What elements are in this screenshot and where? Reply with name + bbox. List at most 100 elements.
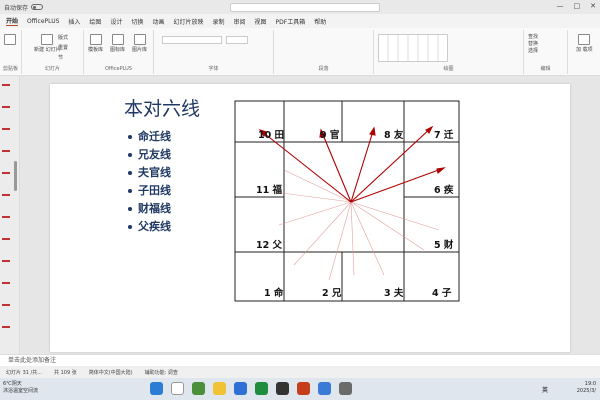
- minimize-button[interactable]: —: [557, 2, 564, 10]
- font-name-select[interactable]: [162, 36, 222, 44]
- slide-canvas[interactable]: 本对六线 命迁线 兄友线 夫官线 子田线 财福线 父疾线 10 田 9 官 8 …: [50, 84, 570, 352]
- icons-library-button[interactable]: 图标库: [110, 34, 125, 53]
- shapes-gallery[interactable]: [378, 34, 448, 62]
- status-bar: 幻灯片 31 /共... 共 109 张 简体中文(中国大陆) 辅助功能: 调查: [0, 366, 600, 378]
- addins-button[interactable]: 加 载项: [576, 34, 593, 53]
- maximize-button[interactable]: □: [574, 2, 581, 10]
- slide-title[interactable]: 本对六线: [124, 94, 200, 121]
- folder-icon[interactable]: [213, 382, 226, 395]
- drawing-group-label: 绘图: [443, 66, 454, 72]
- tab-animations[interactable]: 动画: [152, 17, 164, 26]
- taskbar-apps: [150, 382, 352, 395]
- palace-label: 9 官: [320, 129, 339, 141]
- language-status[interactable]: 简体中文(中国大陆): [89, 369, 133, 376]
- ray-group: [273, 169, 440, 281]
- slide-thumbnail-pane[interactable]: [0, 76, 20, 366]
- reset-button[interactable]: 重置: [58, 44, 68, 51]
- clock-time: 19:0: [584, 381, 596, 387]
- thumbnail-marker: [2, 260, 10, 262]
- editing-group: 查找 替换 选择 编辑: [524, 30, 568, 74]
- ime-indicator[interactable]: 英: [542, 385, 548, 394]
- ray-line: [328, 201, 352, 281]
- tab-officeplus[interactable]: OfficePLUS: [27, 18, 59, 25]
- list-item: 兄友线: [128, 146, 171, 164]
- twelve-palaces-diagram[interactable]: 10 田 9 官 8 友 7 迁 11 福 12 父 6 疾 5 财 1 命 2…: [234, 100, 462, 304]
- thumbnail-scrollbar[interactable]: [14, 161, 17, 191]
- find-button[interactable]: 查找: [528, 34, 538, 41]
- palace-label: 7 迁: [434, 129, 454, 141]
- accessibility-status[interactable]: 辅助功能: 调查: [145, 369, 178, 376]
- tab-insert[interactable]: 插入: [68, 17, 80, 26]
- new-slide-button[interactable]: 新建 幻灯片: [34, 34, 61, 53]
- close-button[interactable]: ✕: [590, 2, 596, 10]
- app-icon[interactable]: [192, 382, 205, 395]
- palace-label: 12 父: [256, 240, 283, 251]
- slide-editor: 本对六线 命迁线 兄友线 夫官线 子田线 财福线 父疾线 10 田 9 官 8 …: [20, 76, 600, 354]
- replace-button[interactable]: 替换: [528, 41, 538, 48]
- section-button[interactable]: 节: [58, 54, 63, 61]
- select-button[interactable]: 选择: [528, 48, 538, 55]
- templates-label: 模板库: [88, 47, 104, 53]
- powerpoint-icon[interactable]: [297, 382, 310, 395]
- tab-pdf-tools[interactable]: PDF工具箱: [276, 17, 306, 26]
- font-size-select[interactable]: [226, 36, 248, 44]
- images-library-button[interactable]: 图片库: [132, 34, 147, 53]
- tab-view[interactable]: 视图: [255, 17, 267, 26]
- arrow-head: [369, 126, 376, 136]
- officeplus-group: 模板库 图标库 图片库 OfficePLUS: [84, 30, 154, 74]
- tab-draw[interactable]: 绘图: [89, 17, 101, 26]
- tab-review[interactable]: 审阅: [234, 17, 246, 26]
- tab-help[interactable]: 帮助: [314, 17, 326, 26]
- paragraph-group: 段落: [274, 30, 374, 74]
- start-icon[interactable]: [150, 382, 163, 395]
- list-item: 子田线: [128, 182, 171, 200]
- tab-transitions[interactable]: 切换: [131, 17, 143, 26]
- notes-pane[interactable]: 单击此处添加备注: [0, 354, 600, 366]
- addins-label: 加 载项: [576, 47, 593, 53]
- thumbnail-marker: [2, 128, 10, 130]
- weather-widget[interactable]: 6℃阴天 沐浴温室空间流: [3, 381, 38, 395]
- ray-line: [350, 201, 440, 231]
- palace-label: 8 友: [384, 129, 404, 141]
- list-item: 命迁线: [128, 128, 171, 146]
- search-icon[interactable]: [171, 382, 184, 395]
- thumbnail-marker: [2, 150, 10, 152]
- slide-counter: 幻灯片 31 /共...: [6, 369, 42, 376]
- autosave-toggle[interactable]: [31, 4, 44, 10]
- clock[interactable]: 19:0 2025/3/: [577, 381, 596, 395]
- slide-total: 共 109 张: [54, 369, 77, 376]
- bullet-list[interactable]: 命迁线 兄友线 夫官线 子田线 财福线 父疾线: [128, 128, 171, 236]
- palace-label: 11 福: [256, 184, 283, 196]
- browser-icon[interactable]: [255, 382, 268, 395]
- templates-button[interactable]: 模板库: [88, 34, 103, 53]
- addins-icon: [578, 34, 591, 45]
- clipboard-group-label: 剪贴板: [2, 66, 18, 72]
- slides-group: 新建 幻灯片 版式 重置 节 幻灯片: [22, 30, 84, 74]
- thumbnail-marker: [2, 84, 10, 86]
- icons-label: 图标库: [110, 47, 126, 53]
- app-icon[interactable]: [234, 382, 247, 395]
- tab-design[interactable]: 设计: [110, 17, 122, 26]
- app-icon[interactable]: [318, 382, 331, 395]
- clipboard-group: 剪贴板: [0, 30, 22, 74]
- palace-label: 6 疾: [434, 184, 454, 196]
- tab-record[interactable]: 录制: [213, 17, 225, 26]
- weather-temp: 6℃阴天: [3, 381, 22, 387]
- palace-label: 3 夫: [384, 287, 404, 299]
- paragraph-group-label: 段落: [318, 66, 329, 72]
- palace-label: 2 兄: [322, 288, 342, 299]
- images-label: 图片库: [132, 47, 148, 53]
- app-icon[interactable]: [276, 382, 289, 395]
- thumbnail-marker: [2, 326, 10, 328]
- palace-label: 5 财: [434, 239, 454, 251]
- app-icon[interactable]: [339, 382, 352, 395]
- tab-slideshow[interactable]: 幻灯片放映: [173, 17, 203, 26]
- paste-button[interactable]: [4, 34, 16, 46]
- editing-group-label: 编辑: [540, 66, 551, 72]
- layout-button[interactable]: 版式: [58, 34, 68, 41]
- list-item: 财福线: [128, 200, 171, 218]
- tab-home[interactable]: 开始: [6, 16, 19, 26]
- drawing-group: 绘图: [374, 30, 524, 74]
- ribbon: 剪贴板 新建 幻灯片 版式 重置 节 幻灯片 模板库 图标库 图片库 Offic…: [0, 28, 600, 76]
- search-input[interactable]: [230, 3, 380, 12]
